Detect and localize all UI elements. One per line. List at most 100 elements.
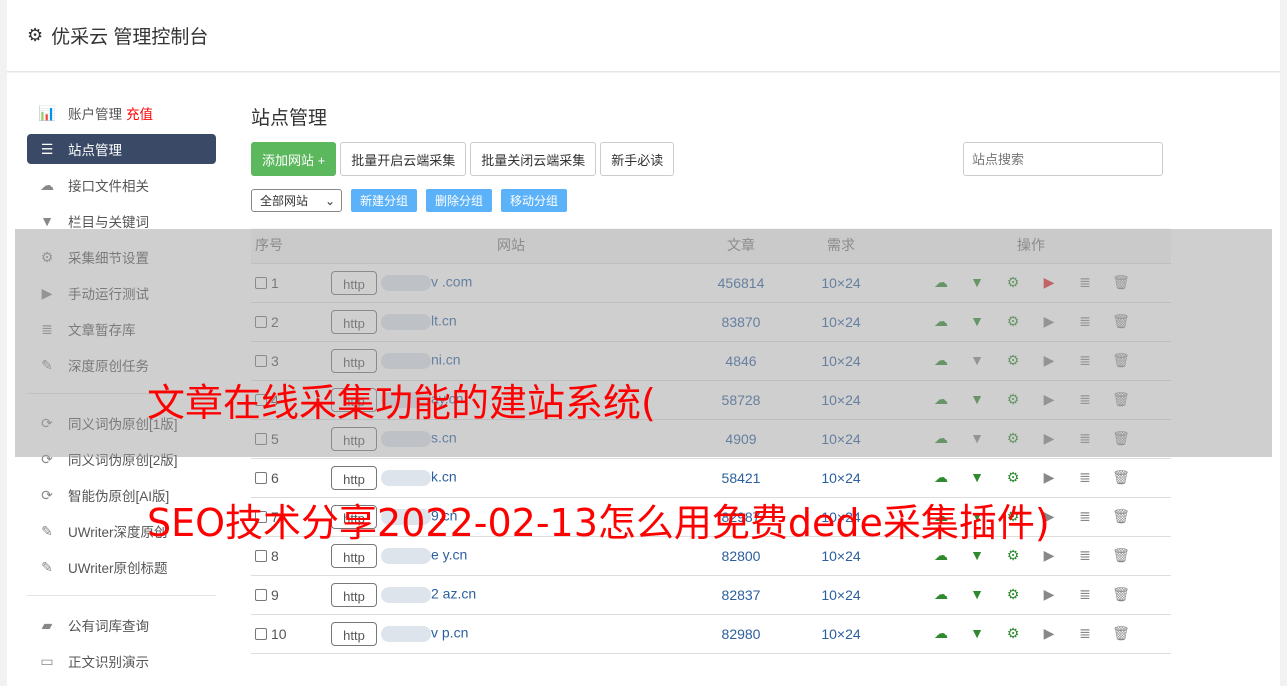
row-checkbox[interactable] bbox=[255, 315, 267, 328]
need-value[interactable]: 10×24 bbox=[791, 302, 891, 342]
new-group-button[interactable]: 新建分组 bbox=[351, 189, 418, 212]
cloud-upload-icon[interactable]: ☁ bbox=[923, 391, 959, 408]
database-icon[interactable]: ≣ bbox=[1067, 586, 1103, 603]
protocol-button[interactable]: http bbox=[331, 270, 377, 295]
database-icon[interactable]: ≣ bbox=[1067, 508, 1103, 525]
filter-icon[interactable]: ▼ bbox=[959, 547, 995, 564]
play-icon[interactable]: ▶ bbox=[1031, 469, 1067, 486]
batch-enable-cloud-button[interactable]: 批量开启云端采集 bbox=[340, 142, 467, 176]
article-count[interactable]: 456814 bbox=[691, 263, 791, 303]
sidebar-item-5[interactable]: ▶ 手动运行测试 bbox=[27, 275, 216, 311]
article-count[interactable]: 82980 bbox=[691, 614, 791, 654]
protocol-button[interactable]: http bbox=[331, 543, 377, 568]
need-value[interactable]: 10×24 bbox=[791, 380, 891, 420]
filter-icon[interactable]: ▼ bbox=[959, 586, 995, 603]
cloud-upload-icon[interactable]: ☁ bbox=[923, 547, 959, 564]
filter-icon[interactable]: ▼ bbox=[959, 352, 995, 369]
database-icon[interactable]: ≣ bbox=[1067, 469, 1103, 486]
protocol-button[interactable]: http bbox=[331, 309, 377, 334]
gears-icon[interactable]: ⚙ bbox=[995, 469, 1031, 486]
trash-icon[interactable]: 🗑 bbox=[1103, 352, 1139, 369]
filter-icon[interactable]: ▼ bbox=[959, 274, 995, 291]
filter-icon[interactable]: ▼ bbox=[959, 469, 995, 486]
site-link[interactable]: 2 az.cn bbox=[431, 585, 476, 601]
cloud-upload-icon[interactable]: ☁ bbox=[923, 625, 959, 642]
site-link[interactable]: s.cn bbox=[431, 429, 457, 445]
row-checkbox[interactable] bbox=[255, 549, 267, 562]
gears-icon[interactable]: ⚙ bbox=[995, 430, 1031, 447]
trash-icon[interactable]: 🗑 bbox=[1103, 313, 1139, 330]
article-count[interactable]: 4909 bbox=[691, 419, 791, 459]
trash-icon[interactable]: 🗑 bbox=[1103, 508, 1139, 525]
protocol-button[interactable]: http bbox=[331, 621, 377, 646]
need-value[interactable]: 10×24 bbox=[791, 263, 891, 303]
database-icon[interactable]: ≣ bbox=[1067, 547, 1103, 564]
play-icon[interactable]: ▶ bbox=[1031, 274, 1067, 291]
trash-icon[interactable]: 🗑 bbox=[1103, 469, 1139, 486]
site-search-input[interactable] bbox=[963, 142, 1163, 176]
cloud-upload-icon[interactable]: ☁ bbox=[923, 469, 959, 486]
need-value[interactable]: 10×24 bbox=[791, 575, 891, 615]
gears-icon[interactable]: ⚙ bbox=[995, 586, 1031, 603]
sidebar-item-6[interactable]: ≣ 文章暂存库 bbox=[27, 311, 216, 347]
play-icon[interactable]: ▶ bbox=[1031, 313, 1067, 330]
sidebar-item-3[interactable]: ▼ 栏目与关键词 bbox=[27, 203, 216, 239]
guide-button[interactable]: 新手必读 bbox=[600, 142, 675, 176]
sidebar-item-4[interactable]: ⚙ 采集细节设置 bbox=[27, 239, 216, 275]
sidebar-item-14[interactable]: ▭ 正文识别演示 bbox=[27, 643, 216, 679]
group-select[interactable]: 全部网站 ⌄ bbox=[251, 189, 342, 212]
article-count[interactable]: 82837 bbox=[691, 575, 791, 615]
gears-icon[interactable]: ⚙ bbox=[995, 391, 1031, 408]
play-icon[interactable]: ▶ bbox=[1031, 352, 1067, 369]
move-group-button[interactable]: 移动分组 bbox=[501, 189, 568, 212]
article-count[interactable]: 58728 bbox=[691, 380, 791, 420]
row-checkbox[interactable] bbox=[255, 627, 267, 640]
site-link[interactable]: v p.cn bbox=[431, 624, 468, 640]
trash-icon[interactable]: 🗑 bbox=[1103, 547, 1139, 564]
protocol-button[interactable]: http bbox=[331, 348, 377, 373]
site-link[interactable]: ni.cn bbox=[431, 351, 461, 367]
database-icon[interactable]: ≣ bbox=[1067, 274, 1103, 291]
need-value[interactable]: 10×24 bbox=[791, 341, 891, 381]
gears-icon[interactable]: ⚙ bbox=[995, 274, 1031, 291]
row-checkbox[interactable] bbox=[255, 354, 267, 367]
play-icon[interactable]: ▶ bbox=[1031, 586, 1067, 603]
trash-icon[interactable]: 🗑 bbox=[1103, 430, 1139, 447]
gears-icon[interactable]: ⚙ bbox=[995, 547, 1031, 564]
article-count[interactable]: 4846 bbox=[691, 341, 791, 381]
add-site-button[interactable]: 添加网站 + bbox=[251, 142, 337, 176]
site-link[interactable]: lt.cn bbox=[431, 312, 457, 328]
play-icon[interactable]: ▶ bbox=[1031, 430, 1067, 447]
filter-icon[interactable]: ▼ bbox=[959, 625, 995, 642]
site-link[interactable]: e y.cn bbox=[431, 546, 467, 562]
sidebar-item-13[interactable]: ▰ 公有词库查询 bbox=[27, 607, 216, 643]
batch-disable-cloud-button[interactable]: 批量关闭云端采集 bbox=[470, 142, 597, 176]
cloud-upload-icon[interactable]: ☁ bbox=[923, 430, 959, 447]
trash-icon[interactable]: 🗑 bbox=[1103, 391, 1139, 408]
trash-icon[interactable]: 🗑 bbox=[1103, 625, 1139, 642]
play-icon[interactable]: ▶ bbox=[1031, 391, 1067, 408]
protocol-button[interactable]: http bbox=[331, 582, 377, 607]
filter-icon[interactable]: ▼ bbox=[959, 391, 995, 408]
recharge-link[interactable]: 充值 bbox=[126, 103, 153, 123]
gears-icon[interactable]: ⚙ bbox=[995, 352, 1031, 369]
trash-icon[interactable]: 🗑 bbox=[1103, 586, 1139, 603]
filter-icon[interactable]: ▼ bbox=[959, 430, 995, 447]
need-value[interactable]: 10×24 bbox=[791, 419, 891, 459]
database-icon[interactable]: ≣ bbox=[1067, 313, 1103, 330]
article-count[interactable]: 83870 bbox=[691, 302, 791, 342]
sidebar-item-1[interactable]: ☰ 站点管理 bbox=[27, 134, 216, 164]
database-icon[interactable]: ≣ bbox=[1067, 625, 1103, 642]
trash-icon[interactable]: 🗑 bbox=[1103, 274, 1139, 291]
cloud-upload-icon[interactable]: ☁ bbox=[923, 313, 959, 330]
cloud-upload-icon[interactable]: ☁ bbox=[923, 274, 959, 291]
need-value[interactable]: 10×24 bbox=[791, 614, 891, 654]
row-checkbox[interactable] bbox=[255, 276, 267, 289]
gears-icon[interactable]: ⚙ bbox=[995, 625, 1031, 642]
row-checkbox[interactable] bbox=[255, 471, 267, 484]
cloud-upload-icon[interactable]: ☁ bbox=[923, 586, 959, 603]
row-checkbox[interactable] bbox=[255, 432, 267, 445]
cloud-upload-icon[interactable]: ☁ bbox=[923, 352, 959, 369]
protocol-button[interactable]: http bbox=[331, 465, 377, 490]
play-icon[interactable]: ▶ bbox=[1031, 625, 1067, 642]
